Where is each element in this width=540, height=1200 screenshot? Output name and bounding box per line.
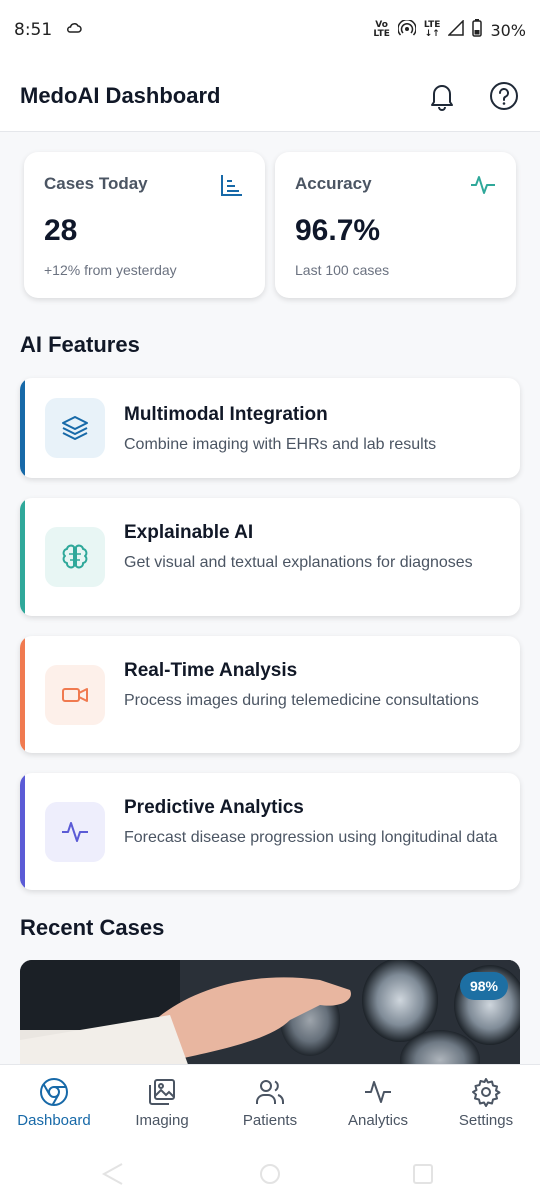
feature-desc: Combine imaging with EHRs and lab result… xyxy=(124,436,437,453)
nav-label: Imaging xyxy=(135,1112,189,1129)
stat-sub: +12% from yesterday xyxy=(44,262,177,278)
notification-button[interactable] xyxy=(426,80,458,112)
feature-title: Explainable AI xyxy=(124,522,254,543)
section-title-features: AI Features xyxy=(20,332,140,357)
bar-chart-icon xyxy=(221,175,242,196)
nav-label: Analytics xyxy=(347,1112,409,1129)
nav-label: Settings xyxy=(458,1112,514,1129)
section-title-recent: Recent Cases xyxy=(20,915,165,940)
stat-value: 96.7% xyxy=(295,214,381,247)
bell-icon xyxy=(431,84,453,111)
video-icon xyxy=(45,665,105,725)
stat-label: Accuracy xyxy=(295,174,372,193)
battery-percent: 30% xyxy=(490,20,526,40)
nav-item-patients[interactable]: Patients xyxy=(216,1065,324,1146)
pulse-icon xyxy=(45,802,105,862)
image-icon xyxy=(149,1079,175,1105)
help-button[interactable] xyxy=(488,80,520,112)
volte-indicator: Vo LTE xyxy=(373,20,390,39)
stat-value: 28 xyxy=(44,214,78,247)
stat-card-cases: Cases Today 28 +12% from yesterday xyxy=(24,152,265,298)
bottom-nav: Dashboard Imaging Patients Analytics Set… xyxy=(0,1064,540,1146)
stat-sub: Last 100 cases xyxy=(295,262,390,278)
status-time: 8:51 xyxy=(14,20,53,40)
system-nav-bar xyxy=(0,1146,540,1200)
feature-title: Real-Time Analysis xyxy=(124,660,298,681)
feature-desc: Forecast disease progression using longi… xyxy=(124,829,498,846)
layers-icon xyxy=(45,398,105,458)
nav-item-imaging[interactable]: Imaging xyxy=(108,1065,216,1146)
feature-desc: Get visual and textual explanations for … xyxy=(124,554,473,571)
help-icon xyxy=(490,81,518,110)
recent-case-card[interactable]: 98% xyxy=(20,960,520,1070)
users-icon xyxy=(256,1080,284,1104)
nav-item-dashboard[interactable]: Dashboard xyxy=(0,1065,108,1146)
pulse-icon xyxy=(471,176,495,194)
brain-icon xyxy=(45,527,105,587)
status-bar: 8:51 Vo LTE LTE ↓↑ 30% xyxy=(0,0,540,60)
dashboard-icon xyxy=(40,1078,68,1106)
app-bar: MedoAI Dashboard xyxy=(0,60,540,132)
cloud-icon xyxy=(66,20,82,40)
feature-desc: Process images during telemedicine consu… xyxy=(124,692,479,709)
nav-item-analytics[interactable]: Analytics xyxy=(324,1065,432,1146)
analytics-icon xyxy=(365,1081,391,1103)
feature-card-explainable[interactable]: Explainable AI Get visual and textual ex… xyxy=(20,498,520,616)
nav-item-settings[interactable]: Settings xyxy=(432,1065,540,1146)
hotspot-icon xyxy=(397,19,417,40)
battery-icon xyxy=(472,19,483,41)
feature-title: Multimodal Integration xyxy=(124,404,328,425)
feature-card-realtime[interactable]: Real-Time Analysis Process images during… xyxy=(20,636,520,753)
gear-icon xyxy=(472,1078,501,1107)
lte-indicator: LTE ↓↑ xyxy=(423,20,441,39)
nav-label: Patients xyxy=(242,1112,298,1129)
stat-card-accuracy: Accuracy 96.7% Last 100 cases xyxy=(275,152,516,298)
signal-icon xyxy=(447,19,465,40)
feature-title: Predictive Analytics xyxy=(124,797,304,818)
nav-label: Dashboard xyxy=(17,1112,91,1129)
stat-label: Cases Today xyxy=(44,174,148,193)
confidence-badge: 98% xyxy=(459,972,508,1000)
feature-card-predictive[interactable]: Predictive Analytics Forecast disease pr… xyxy=(20,773,520,890)
feature-card-multimodal[interactable]: Multimodal Integration Combine imaging w… xyxy=(20,378,520,478)
page-title: MedoAI Dashboard xyxy=(20,82,221,108)
case-image xyxy=(20,960,520,1070)
